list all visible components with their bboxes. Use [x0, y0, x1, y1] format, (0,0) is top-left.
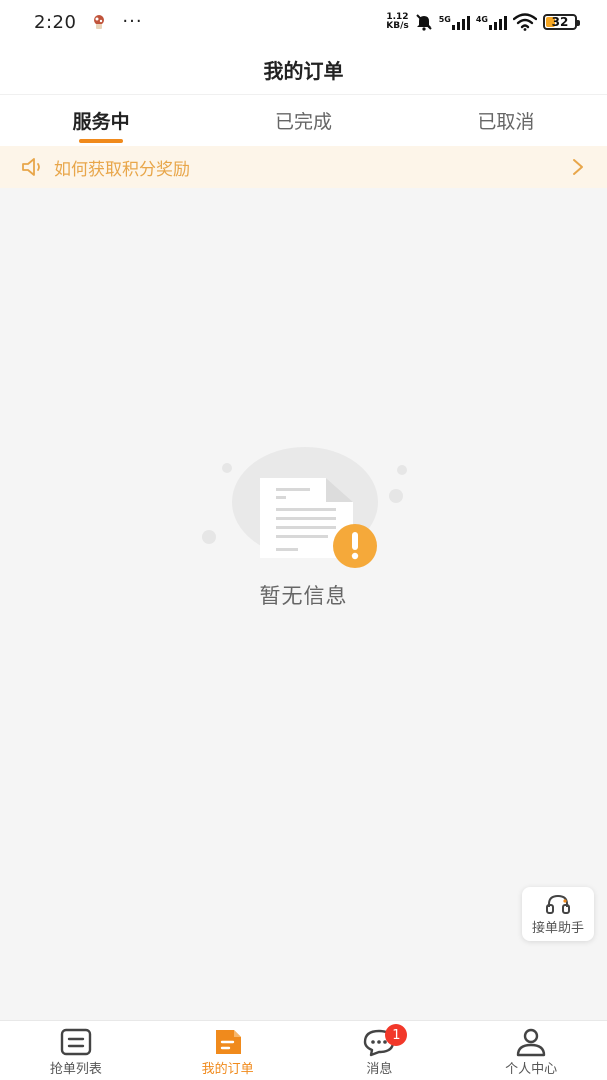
status-left: 2:20 ··· [34, 12, 143, 33]
battery-icon: 32 [543, 14, 580, 30]
tabbar-label-messages: 消息 [366, 1062, 393, 1077]
order-tabs: 服务中 已完成 已取消 [0, 94, 607, 146]
mute-icon [416, 14, 432, 31]
message-badge: 1 [385, 1024, 408, 1046]
notice-text: 如何获取积分奖励 [54, 159, 190, 180]
tab-completed-label: 已完成 [274, 111, 332, 133]
tabbar-label-profile: 个人中心 [505, 1062, 558, 1077]
empty-document-icon [202, 447, 407, 568]
tabbar-item-profile[interactable]: 个人中心 [455, 1021, 607, 1080]
signal-4g-bars-icon [489, 15, 507, 30]
tab-cancelled[interactable]: 已取消 [405, 95, 607, 146]
tabbar-item-messages[interactable]: 1 消息 [304, 1021, 456, 1080]
network-speed-unit: KB/s [386, 21, 409, 31]
bottom-tab-bar: 抢单列表 我的订单 1 消息 个人中心 [0, 1020, 607, 1080]
signal-5g: 5G [439, 15, 470, 30]
empty-state: 暂无信息 [0, 440, 607, 620]
assistant-label: 接单助手 [531, 920, 584, 936]
tabbar-label-my-orders: 我的订单 [201, 1062, 254, 1077]
page-header: 我的订单 [0, 44, 607, 94]
status-more-icon: ··· [122, 11, 143, 32]
tabbar-label-grab-list: 抢单列表 [49, 1062, 102, 1077]
chevron-right-icon [573, 159, 583, 175]
tab-completed[interactable]: 已完成 [202, 95, 404, 146]
status-bar: 2:20 ··· 1.12 KB/s 5G 4G 32 [0, 0, 607, 44]
speaker-icon [22, 158, 40, 176]
user-icon [516, 1028, 546, 1057]
battery-level: 32 [551, 15, 569, 29]
wifi-icon [513, 13, 537, 31]
tab-in-service[interactable]: 服务中 [0, 95, 202, 146]
signal-4g-label: 4G [475, 14, 488, 24]
points-notice-bar[interactable]: 如何获取积分奖励 [0, 146, 607, 188]
signal-5g-label: 5G [438, 14, 451, 24]
list-icon [60, 1028, 92, 1056]
notification-app-icon [94, 15, 105, 29]
tab-in-service-label: 服务中 [72, 111, 130, 133]
tabbar-item-my-orders[interactable]: 我的订单 [152, 1021, 304, 1080]
tab-cancelled-label: 已取消 [477, 111, 535, 133]
signal-5g-bars-icon [451, 15, 470, 30]
order-assistant-button[interactable]: 接单助手 [522, 887, 594, 941]
empty-state-text: 暂无信息 [259, 584, 348, 608]
page-title: 我的订单 [263, 58, 344, 83]
status-time: 2:20 [34, 11, 77, 33]
headset-icon [546, 894, 570, 914]
status-right: 1.12 KB/s 5G 4G 32 [386, 13, 580, 31]
network-speed: 1.12 KB/s [386, 13, 408, 31]
order-icon [215, 1030, 241, 1054]
signal-4g: 4G [476, 15, 507, 30]
tabbar-item-grab-list[interactable]: 抢单列表 [0, 1021, 152, 1080]
